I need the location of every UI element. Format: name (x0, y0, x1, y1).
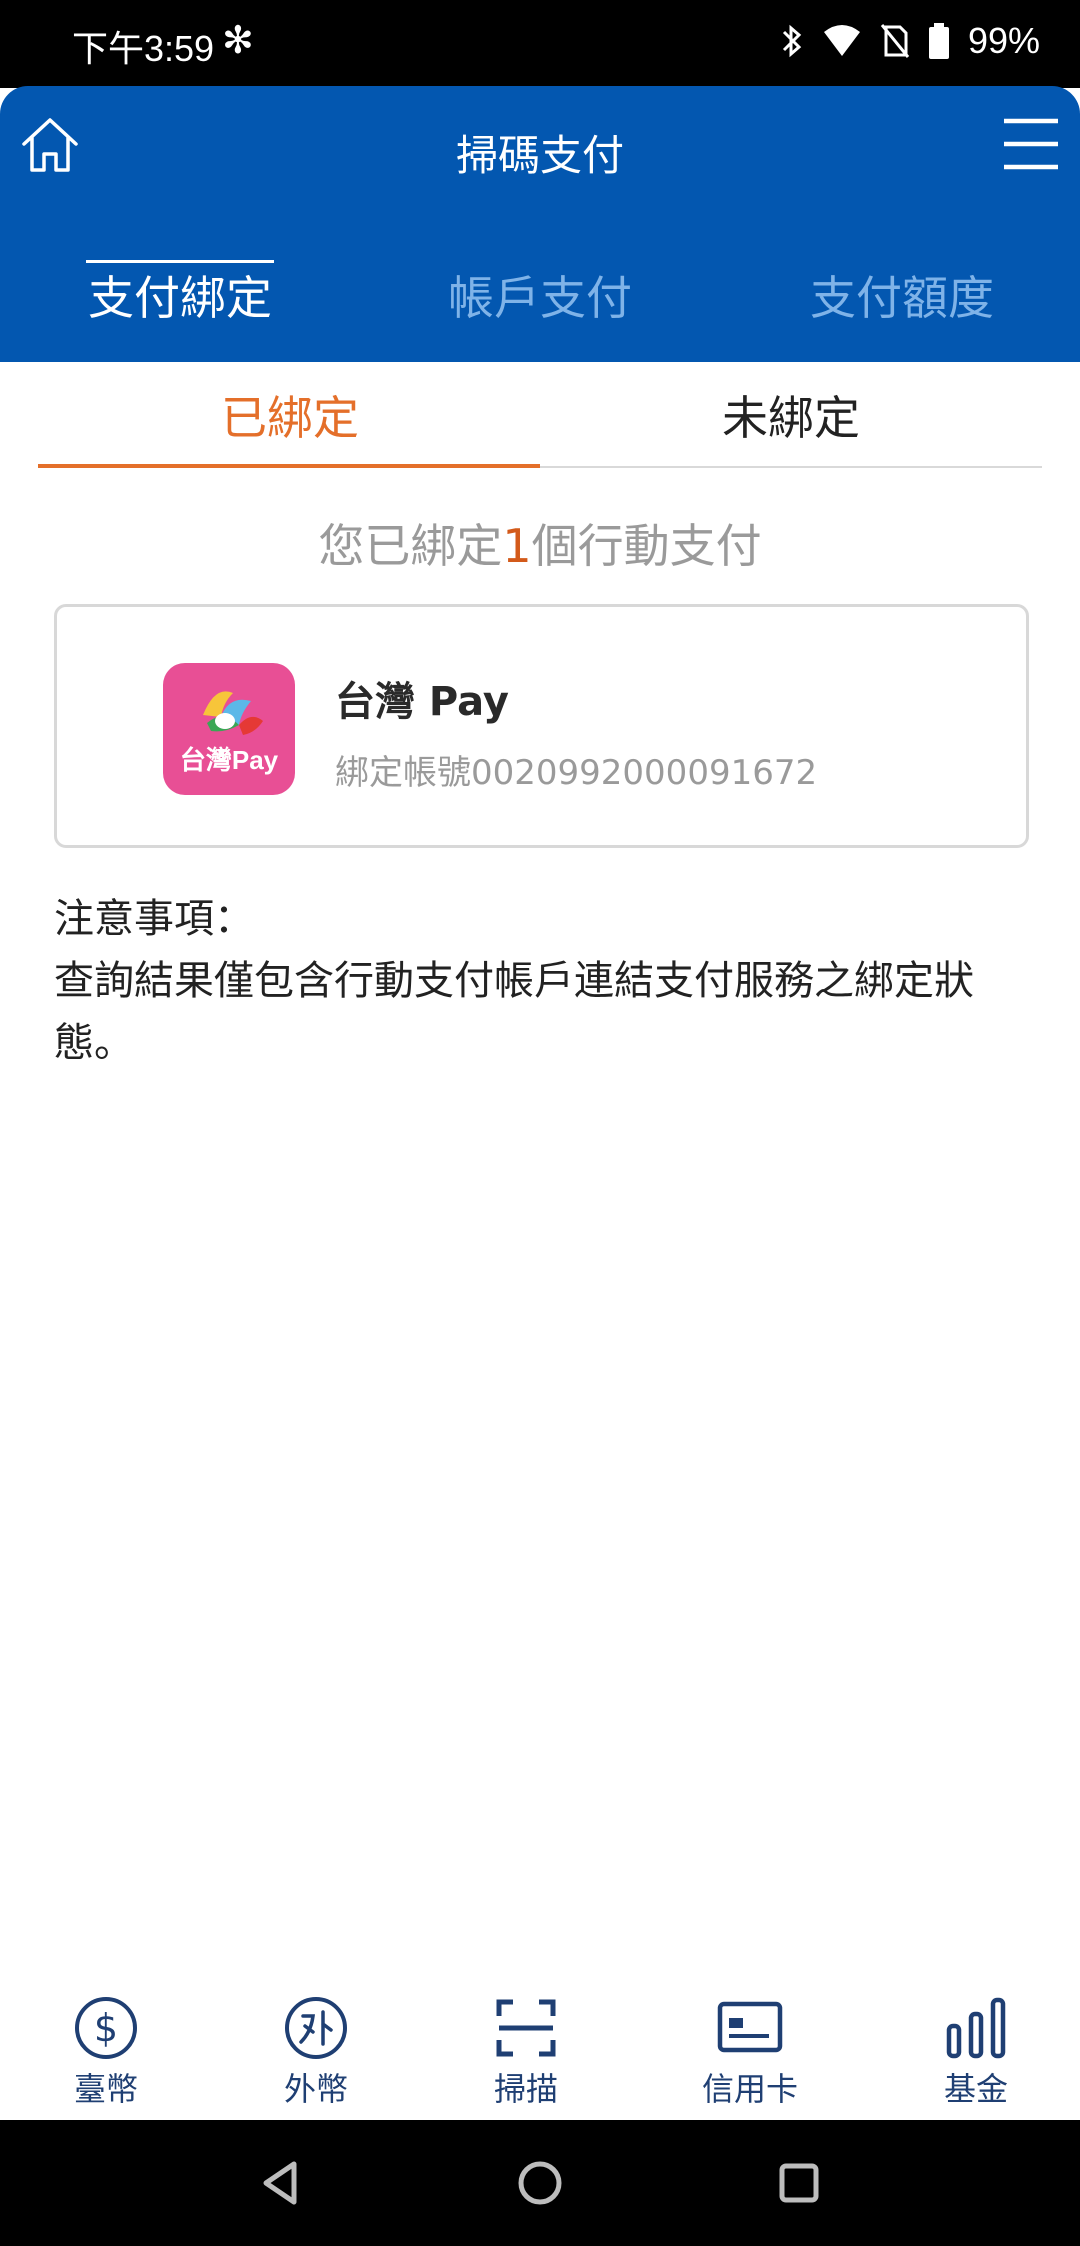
tab-account-payment[interactable]: 帳戶支付 (448, 262, 632, 328)
notes-title: 注意事項： (54, 896, 254, 942)
nav-label-foreign: 外幣 (283, 2070, 348, 2108)
system-nav-bar (0, 2120, 1080, 2246)
notification-flower-icon: ✻ (222, 18, 254, 62)
bottom-nav: $ 臺幣 外幣 掃描 信用卡 基金 (0, 1980, 1080, 2120)
menu-button[interactable] (1002, 116, 1060, 172)
nav-item-fund[interactable]: 基金 (896, 1996, 1056, 2110)
nav-item-twd[interactable]: $ 臺幣 (26, 1996, 186, 2110)
bluetooth-icon (782, 24, 802, 58)
foreign-currency-icon (285, 1997, 347, 2059)
binding-sub-tabs: 已綁定 未綁定 (38, 362, 1042, 468)
tab-payment-limit[interactable]: 支付額度 (810, 262, 994, 328)
nav-label-twd: 臺幣 (73, 2070, 138, 2108)
recents-square-icon[interactable] (774, 2158, 824, 2208)
logo-text: 台灣Pay (179, 745, 279, 775)
scan-icon (496, 1999, 556, 2057)
page-title: 掃碼支付 (455, 131, 624, 180)
nav-item-credit-card[interactable]: 信用卡 (670, 1996, 830, 2110)
taiwan-pay-logo: 台灣Pay (163, 663, 295, 795)
bound-account: 綁定帳號0020992000091672 (335, 753, 818, 793)
tab-payment-binding[interactable]: 支付綁定 (88, 262, 272, 328)
bound-count: 1 (502, 519, 532, 573)
battery-icon (928, 23, 949, 59)
home-circle-icon[interactable] (515, 2158, 565, 2208)
notes-body: 查詢結果僅包含行動支付帳戶連結支付服務之綁定狀態。 (54, 958, 974, 1066)
taiwan-pay-card[interactable]: 台灣Pay 台灣 Pay 綁定帳號0020992000091672 (54, 604, 1029, 848)
sub-tab-unbound[interactable]: 未綁定 (722, 382, 860, 448)
notes-section: 注意事項： 查詢結果僅包含行動支付帳戶連結支付服務之綁定狀態。 (54, 888, 1034, 1074)
summary-prefix: 您已綁定 (318, 519, 503, 573)
nav-label-credit-card: 信用卡 (701, 2070, 798, 2108)
nav-item-foreign[interactable]: 外幣 (236, 1996, 396, 2110)
status-bar: 下午3:59 ✻ 99% (0, 0, 1080, 88)
nav-label-fund: 基金 (943, 2070, 1008, 2108)
sub-tab-indicator (38, 464, 540, 468)
summary-suffix: 個行動支付 (531, 519, 762, 573)
wifi-icon (823, 25, 860, 56)
bar-chart-icon (946, 1997, 1006, 2059)
status-time: 下午3:59 (72, 28, 215, 69)
app-header: 掃碼支付 支付綁定 帳戶支付 支付額度 (0, 86, 1080, 362)
bound-summary: 您已綁定1個行動支付 (0, 510, 1080, 576)
nav-label-scan: 掃描 (493, 2070, 558, 2108)
hamburger-menu-icon (1004, 118, 1058, 170)
battery-percent: 99% (967, 20, 1040, 61)
no-sim-icon (880, 24, 910, 58)
credit-card-icon (717, 2001, 783, 2053)
nav-item-scan[interactable]: 掃描 (446, 1996, 606, 2110)
svg-text:$: $ (94, 2006, 118, 2050)
back-triangle-icon[interactable] (256, 2158, 306, 2208)
status-icons: 99% (780, 20, 1040, 62)
sub-tab-bound[interactable]: 已綁定 (221, 382, 359, 448)
dollar-circle-icon: $ (75, 1997, 137, 2059)
pay-name: 台灣 Pay (335, 679, 510, 725)
